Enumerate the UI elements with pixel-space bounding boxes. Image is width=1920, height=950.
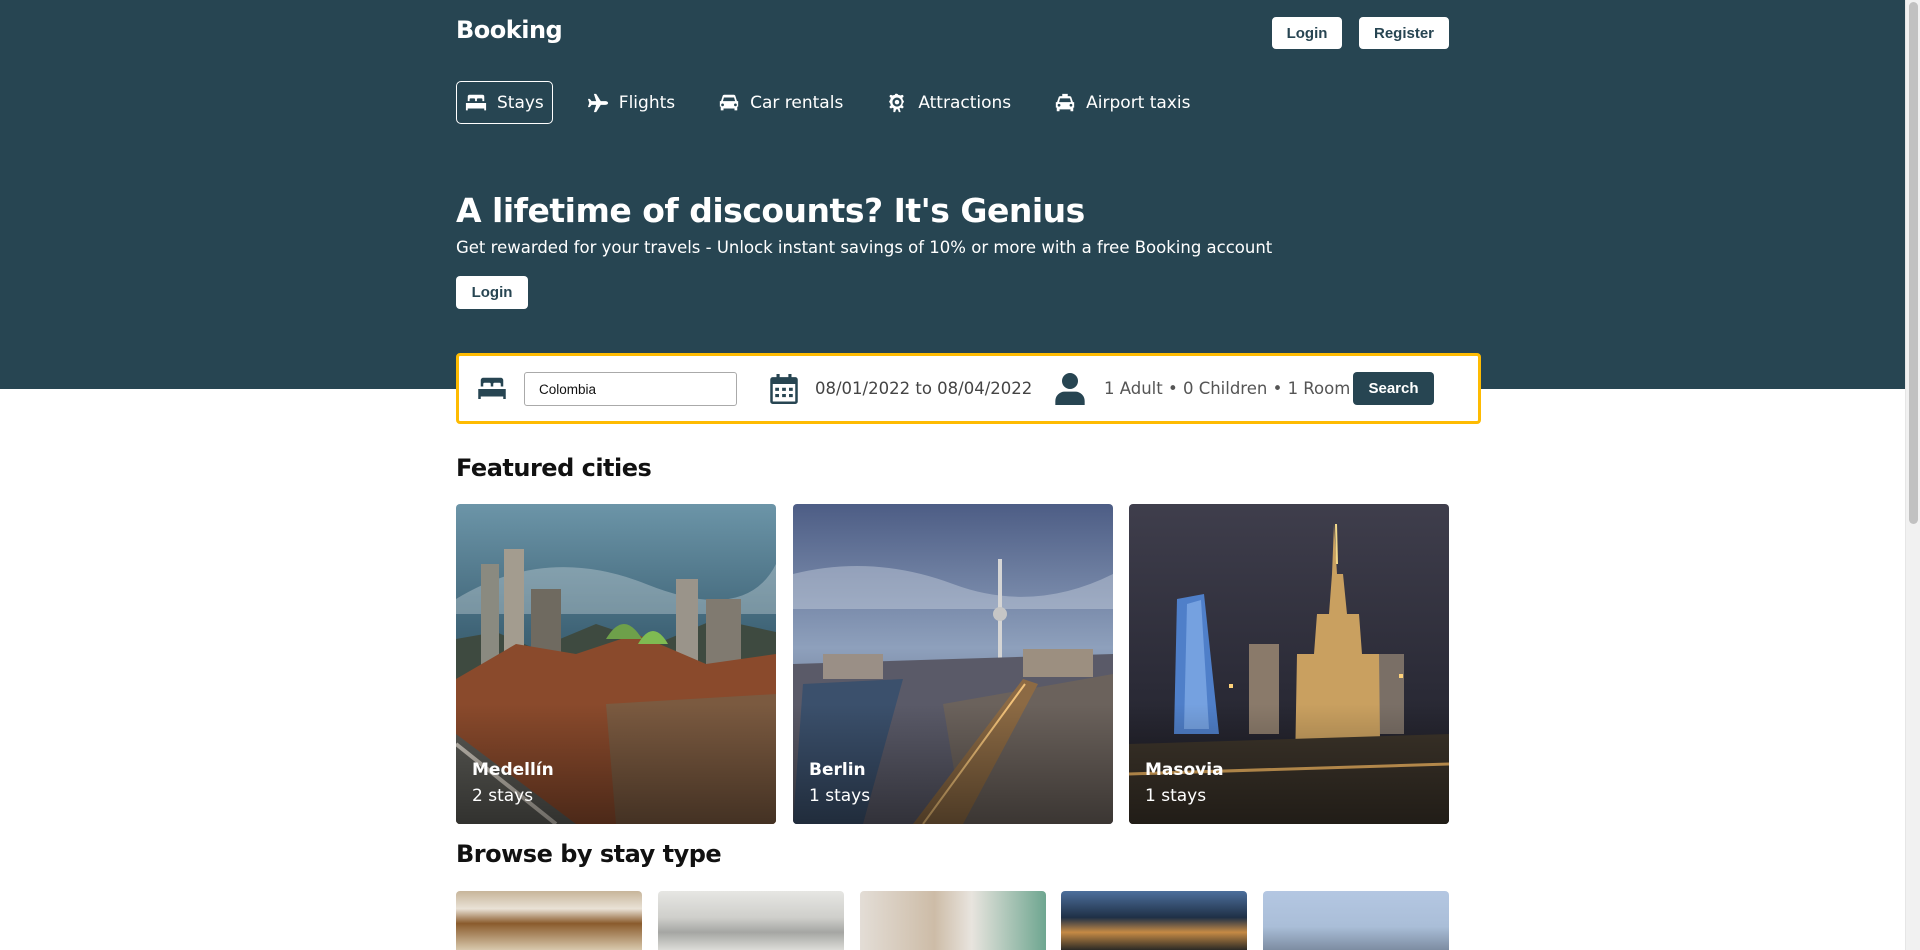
featured-cities-title: Featured cities <box>456 454 652 482</box>
stay-type-card[interactable] <box>456 891 642 950</box>
destination-input[interactable] <box>524 372 737 406</box>
user-icon <box>1055 373 1085 405</box>
page-scrollbar[interactable] <box>1905 0 1920 950</box>
stay-type-card[interactable] <box>1263 891 1449 950</box>
city-stays-count: 1 stays <box>1145 786 1207 806</box>
nav-item-stays[interactable]: Stays <box>456 81 553 124</box>
nav-label: Flights <box>618 92 676 113</box>
nav-item-flights[interactable]: Flights <box>578 81 684 124</box>
bed-icon <box>465 94 487 110</box>
category-nav: Stays Flights Car rentals Attractions Ai… <box>456 81 1224 124</box>
nav-label: Airport taxis <box>1086 92 1191 113</box>
city-stays-count: 2 stays <box>472 786 534 806</box>
stay-type-card[interactable] <box>658 891 844 950</box>
nav-item-car-rentals[interactable]: Car rentals <box>709 81 852 124</box>
register-button[interactable]: Register <box>1359 17 1449 49</box>
nav-label: Attractions <box>918 92 1012 113</box>
city-card-masovia[interactable]: Masovia 1 stays <box>1129 504 1449 824</box>
bed-icon <box>478 377 506 399</box>
date-range-picker[interactable]: 08/01/2022 to 08/04/2022 <box>815 379 1032 398</box>
car-icon <box>719 94 739 110</box>
nav-item-airport-taxis[interactable]: Airport taxis <box>1045 81 1199 124</box>
city-name: Medellín <box>472 760 554 780</box>
city-name: Berlin <box>809 760 866 780</box>
search-button[interactable]: Search <box>1353 372 1434 405</box>
stay-type-card[interactable] <box>860 891 1046 950</box>
taxi-icon <box>1055 93 1075 111</box>
nav-label: Car rentals <box>750 92 844 113</box>
hero-title: A lifetime of discounts? It's Genius <box>456 191 1085 230</box>
city-stays-count: 1 stays <box>809 786 871 806</box>
city-card-berlin[interactable]: Berlin 1 stays <box>793 504 1113 824</box>
login-button[interactable]: Login <box>1272 17 1342 49</box>
stay-type-card[interactable] <box>1061 891 1247 950</box>
city-card-medellin[interactable]: Medellín 2 stays <box>456 504 776 824</box>
nav-item-attractions[interactable]: Attractions <box>877 81 1020 124</box>
calendar-icon <box>770 374 798 404</box>
hero-subtitle: Get rewarded for your travels - Unlock i… <box>456 238 1273 257</box>
browse-stay-type-title: Browse by stay type <box>456 840 722 868</box>
city-name: Masovia <box>1145 760 1224 780</box>
ferris-wheel-icon <box>889 93 905 112</box>
guest-options[interactable]: 1 Adult • 0 Children • 1 Room <box>1104 379 1350 398</box>
nav-label: Stays <box>497 92 544 113</box>
hero-login-button[interactable]: Login <box>456 276 528 309</box>
brand-logo[interactable]: Booking <box>456 16 563 44</box>
search-bar: 08/01/2022 to 08/04/2022 1 Adult • 0 Chi… <box>456 353 1481 424</box>
scrollbar-thumb[interactable] <box>1909 2 1918 524</box>
plane-icon <box>587 93 608 112</box>
